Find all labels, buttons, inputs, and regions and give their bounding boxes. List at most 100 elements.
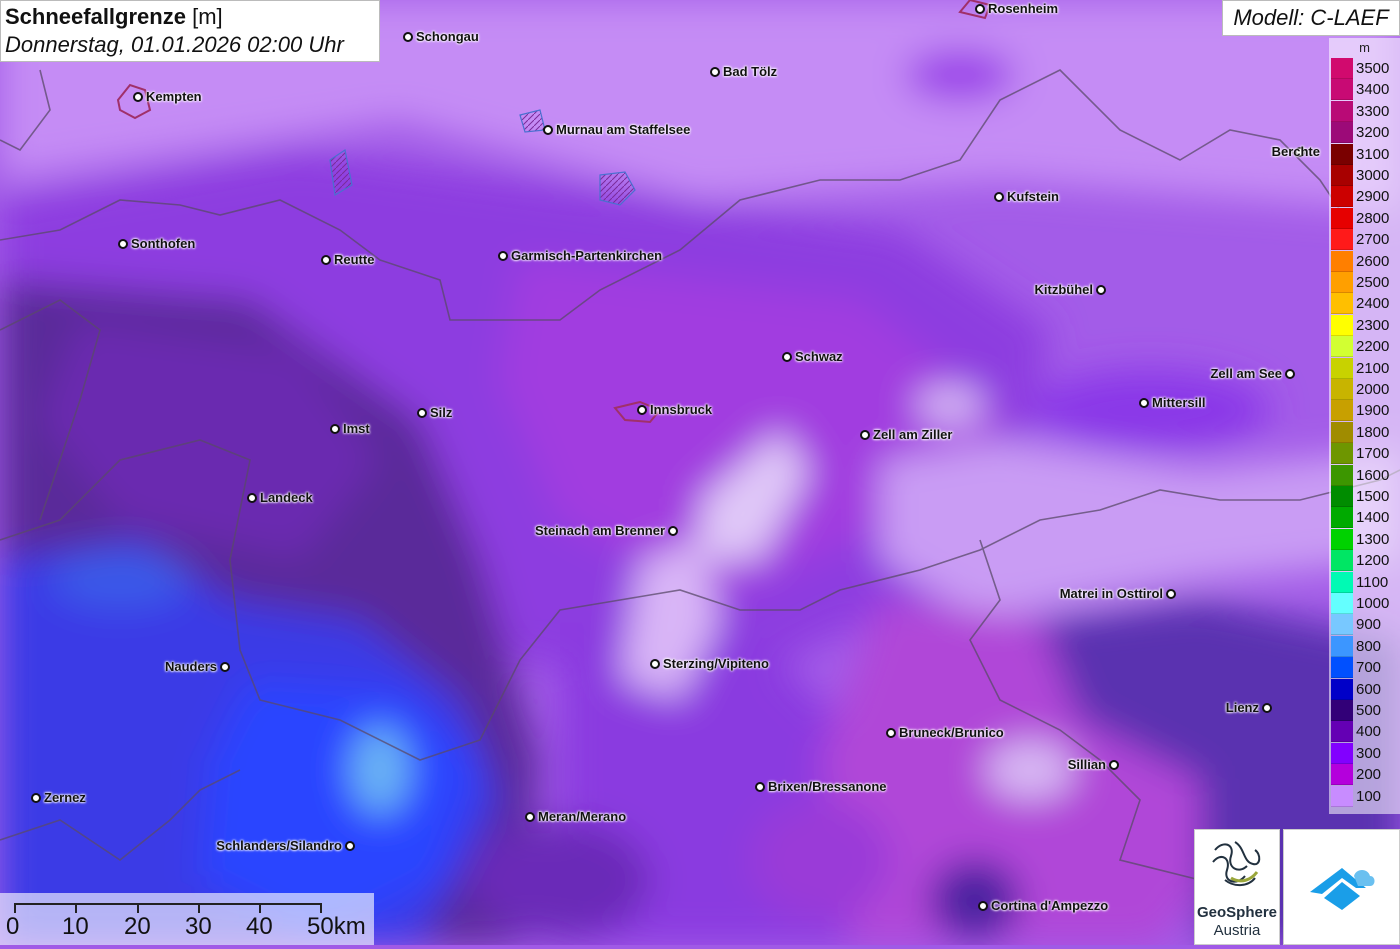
legend-swatch xyxy=(1331,700,1353,721)
legend-row: 1600 xyxy=(1331,464,1398,486)
city-name: Meran/Merano xyxy=(538,809,627,824)
legend-swatch xyxy=(1331,400,1353,422)
legend-row: 1900 xyxy=(1331,400,1398,422)
snowline-map xyxy=(0,0,1400,945)
city-dot-icon xyxy=(1262,703,1272,713)
legend-swatch xyxy=(1331,443,1353,465)
legend-row: 2000 xyxy=(1331,379,1398,400)
city-dot-icon xyxy=(860,430,870,440)
weather-app-logo[interactable] xyxy=(1283,829,1400,945)
legend-label: 1700 xyxy=(1356,445,1390,463)
legend-swatch xyxy=(1331,379,1353,400)
legend-swatch xyxy=(1331,571,1353,593)
legend-label: 2600 xyxy=(1356,252,1390,270)
legend-row: 2800 xyxy=(1331,207,1398,229)
legend-row: 400 xyxy=(1331,721,1398,743)
scale-line xyxy=(14,903,322,905)
legend-label: 700 xyxy=(1356,659,1382,677)
legend-swatch xyxy=(1331,614,1353,636)
city-dot-icon xyxy=(1285,369,1295,379)
city-name: Zell am See xyxy=(1210,366,1282,381)
legend-label: 200 xyxy=(1356,766,1382,784)
legend-swatch xyxy=(1331,250,1353,272)
legend-label: 1000 xyxy=(1356,595,1390,612)
legend-label: 2800 xyxy=(1356,209,1390,227)
city-dot-icon xyxy=(247,493,257,503)
legend-swatch xyxy=(1331,678,1353,700)
city-dot-icon xyxy=(345,841,355,851)
city-name: Schwaz xyxy=(795,349,843,364)
city-name: Innsbruck xyxy=(650,402,713,417)
legend-swatch xyxy=(1331,186,1353,208)
city-dot-icon xyxy=(755,782,765,792)
city-dot-icon xyxy=(543,125,553,135)
logo-text-geosphere: GeoSphere xyxy=(1196,904,1278,921)
city-dot-icon xyxy=(886,728,896,738)
legend-swatch xyxy=(1331,593,1353,614)
legend-row: 500 xyxy=(1331,700,1398,721)
legend-label: 3100 xyxy=(1356,145,1390,163)
legend-row: 2700 xyxy=(1331,229,1398,251)
legend-row: 700 xyxy=(1331,657,1398,679)
legend-swatch xyxy=(1331,143,1353,165)
city-name: Sonthofen xyxy=(131,236,196,251)
scale-label: 40 xyxy=(246,913,273,940)
legend-row: 2500 xyxy=(1331,272,1398,293)
city-dot-icon xyxy=(133,92,143,102)
city-dot-icon xyxy=(1139,398,1149,408)
legend-row: 3000 xyxy=(1331,165,1398,186)
legend-swatch xyxy=(1331,785,1353,807)
city-dot-icon xyxy=(782,352,792,362)
city-name: Rosenheim xyxy=(988,1,1059,16)
legend-label: 1200 xyxy=(1356,552,1390,570)
forecast-datetime: Donnerstag, 01.01.2026 02:00 Uhr xyxy=(5,32,344,57)
legend-swatch xyxy=(1331,550,1353,572)
legend-swatch xyxy=(1331,293,1353,315)
city-name: Reutte xyxy=(334,252,375,267)
legend-label: 1300 xyxy=(1356,530,1390,548)
legend-swatch xyxy=(1331,272,1353,293)
scale-bar: 0 10 20 30 40 50km xyxy=(0,893,374,945)
city-name: Bruneck/Brunico xyxy=(899,725,1004,740)
color-legend: m 3500 3400 3300 3200 3100 3000 2900 2800 2700 26… xyxy=(1329,38,1400,814)
legend-swatch xyxy=(1331,122,1353,144)
scale-label: 0 xyxy=(6,913,20,940)
legend-swatch xyxy=(1331,79,1353,101)
legend-swatch xyxy=(1331,657,1353,679)
legend-swatch xyxy=(1331,486,1353,507)
legend-row: 800 xyxy=(1331,635,1398,657)
scale-tick xyxy=(320,903,322,913)
legend-row: 1700 xyxy=(1331,443,1398,465)
city-dot-icon xyxy=(1096,285,1106,295)
legend-row: 1400 xyxy=(1331,507,1398,529)
city-dot-icon xyxy=(321,255,331,265)
scale-tick xyxy=(14,903,16,913)
legend-row: 1000 xyxy=(1331,593,1398,614)
city-dot-icon xyxy=(417,408,427,418)
scale-tick xyxy=(75,903,77,913)
legend-row: 1500 xyxy=(1331,486,1398,507)
city-name: Imst xyxy=(343,421,370,436)
legend-swatch xyxy=(1331,635,1353,657)
geosphere-logo[interactable]: GeoSphere Austria xyxy=(1194,829,1280,945)
legend-label: 100 xyxy=(1356,787,1382,805)
city-name: Schongau xyxy=(416,29,479,44)
city-name: Bad Tölz xyxy=(723,64,778,79)
city-name: Mittersill xyxy=(1152,395,1206,410)
geosphere-swirl-icon xyxy=(1212,841,1261,886)
legend-unit: m xyxy=(1359,40,1370,55)
city-name: Sillian xyxy=(1067,757,1106,772)
legend-swatch xyxy=(1331,764,1353,786)
legend-row: 200 xyxy=(1331,764,1398,786)
legend-label: 2500 xyxy=(1356,274,1390,291)
city-dot-icon xyxy=(637,405,647,415)
legend-label: 1100 xyxy=(1356,573,1389,591)
city-name: Zell am Ziller xyxy=(873,427,953,442)
legend-label: 2400 xyxy=(1356,295,1390,313)
legend-label: 500 xyxy=(1356,702,1382,719)
legend-row: 3500 xyxy=(1331,58,1398,79)
legend-row: 2200 xyxy=(1331,336,1398,358)
city-dot-icon xyxy=(403,32,413,42)
city-dot-icon xyxy=(994,192,1004,202)
city-dot-icon xyxy=(498,251,508,261)
